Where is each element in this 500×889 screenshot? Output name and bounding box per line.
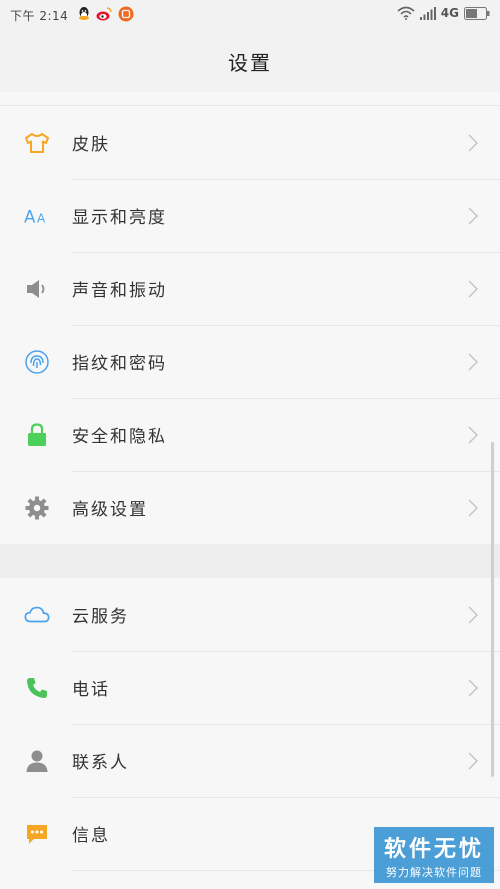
phone-icon — [24, 675, 50, 701]
watermark-subtitle: 努力解决软件问题 — [386, 866, 482, 879]
chevron-right-icon — [468, 678, 478, 697]
settings-item-contacts[interactable]: 联系人 — [0, 724, 500, 797]
chevron-right-icon — [468, 425, 478, 444]
section-gap — [0, 544, 500, 578]
status-time: 下午 2:14 — [10, 9, 69, 23]
settings-item-phone[interactable]: 电话 — [0, 651, 500, 724]
gear-icon — [24, 495, 50, 521]
settings-item-label: 安全和隐私 — [72, 427, 167, 447]
settings-item-label: 信息 — [72, 826, 110, 846]
app-icon — [118, 6, 134, 22]
shirt-icon — [24, 130, 50, 156]
svg-text:A: A — [37, 211, 46, 225]
settings-item-display[interactable]: AA 显示和亮度 — [0, 179, 500, 252]
chevron-right-icon — [468, 751, 478, 770]
chevron-right-icon — [468, 133, 478, 152]
speaker-icon — [24, 276, 50, 302]
qq-icon — [79, 7, 89, 20]
settings-item-label: 声音和振动 — [72, 281, 167, 301]
chevron-right-icon — [468, 279, 478, 298]
fingerprint-icon — [24, 349, 50, 375]
settings-item-skin[interactable]: 皮肤 — [0, 106, 500, 179]
weibo-icon — [96, 7, 112, 21]
watermark-logo: 软件无忧 努力解决软件问题 — [374, 827, 494, 883]
battery-icon — [464, 6, 490, 20]
settings-item-label: 皮肤 — [72, 135, 110, 155]
status-bar: 下午 2:14 4G — [0, 0, 500, 30]
settings-item-label: 云服务 — [72, 607, 129, 627]
contact-icon — [24, 748, 50, 774]
lock-icon — [24, 422, 50, 448]
settings-item-label: 电话 — [72, 680, 110, 700]
title-bar: 设置 — [0, 30, 500, 93]
settings-item-cloud[interactable]: 云服务 — [0, 578, 500, 651]
wifi-icon — [397, 6, 415, 20]
settings-item-label: 指纹和密码 — [72, 354, 167, 374]
settings-item-fingerprint[interactable]: 指纹和密码 — [0, 325, 500, 398]
svg-text:A: A — [24, 206, 36, 226]
signal-icon — [419, 6, 436, 20]
settings-item-advanced[interactable]: 高级设置 — [0, 471, 500, 544]
chevron-right-icon — [468, 498, 478, 517]
settings-item-label: 显示和亮度 — [72, 208, 167, 228]
page-title: 设置 — [228, 50, 272, 75]
settings-list[interactable]: 皮肤 AA 显示和亮度 声音和振动 指纹和密码 安全和隐私 高级设置 云服务 电… — [0, 92, 500, 889]
watermark-title: 软件无忧 — [383, 837, 484, 862]
font-size-icon: AA — [24, 203, 50, 229]
settings-item-label: 高级设置 — [72, 500, 148, 520]
status-right: 4G — [397, 6, 490, 20]
message-icon — [24, 821, 50, 847]
settings-item-label: 联系人 — [72, 753, 129, 773]
chevron-right-icon — [468, 352, 478, 371]
cloud-icon — [24, 602, 50, 628]
network-type: 4G — [440, 6, 459, 20]
chevron-right-icon — [468, 206, 478, 225]
chevron-right-icon — [468, 605, 478, 624]
settings-item-sound[interactable]: 声音和振动 — [0, 252, 500, 325]
settings-item-security[interactable]: 安全和隐私 — [0, 398, 500, 471]
scrollbar[interactable] — [491, 442, 494, 777]
